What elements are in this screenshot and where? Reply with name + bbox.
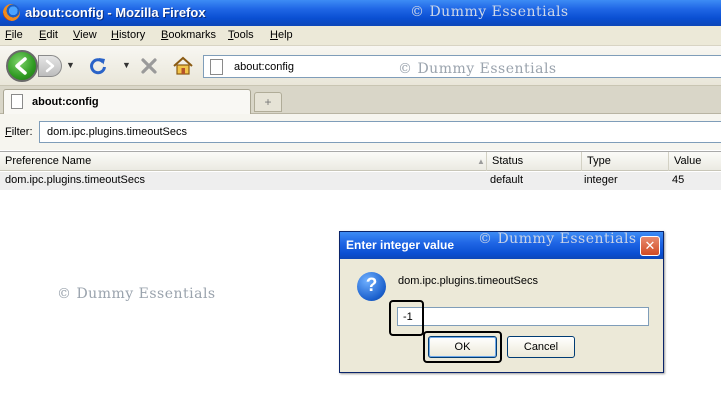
watermark-text: © Dummy Essentials — [57, 286, 216, 302]
url-text: about:config — [234, 61, 294, 73]
menu-file[interactable]: File — [5, 29, 23, 41]
filter-row: Filter: — [0, 114, 721, 150]
reload-icon[interactable] — [88, 56, 108, 76]
integer-value-dialog: Enter integer value ✕ ? dom.ipc.plugins.… — [339, 231, 664, 373]
column-status[interactable]: Status — [487, 152, 582, 171]
close-icon[interactable]: ✕ — [640, 236, 660, 256]
history-dropdown-icon[interactable]: ▼ — [66, 60, 75, 70]
menu-edit[interactable]: Edit — [39, 29, 58, 41]
cancel-button[interactable]: Cancel — [507, 336, 575, 358]
dialog-message: dom.ipc.plugins.timeoutSecs — [398, 275, 539, 287]
column-type[interactable]: Type — [582, 152, 669, 171]
filter-label: Filter: — [5, 126, 33, 138]
menu-bar: File Edit View History Bookmarks Tools H… — [0, 26, 721, 46]
pref-name-cell: dom.ipc.plugins.timeoutSecs — [5, 174, 146, 186]
firefox-logo-icon — [3, 4, 20, 21]
menu-bookmarks[interactable]: Bookmarks — [161, 29, 216, 41]
pref-value-cell: 45 — [672, 174, 685, 186]
watermark-text: © Dummy Essentials — [478, 231, 637, 247]
ok-button[interactable]: OK — [428, 336, 497, 358]
column-preference-name[interactable]: Preference Name — [0, 152, 487, 171]
dialog-title: Enter integer value — [346, 238, 455, 252]
window-title: about:config - Mozilla Firefox — [25, 5, 206, 20]
column-value[interactable]: Value — [669, 152, 721, 171]
pref-status-cell: default — [490, 174, 524, 186]
sort-ascending-icon: ▲ — [477, 157, 485, 166]
tab-strip: about:config + — [0, 86, 721, 114]
page-icon — [210, 59, 223, 75]
reload-dropdown-icon[interactable]: ▼ — [122, 60, 131, 70]
watermark-text: © Dummy Essentials — [410, 4, 569, 20]
page-icon — [11, 94, 23, 109]
table-row[interactable]: dom.ipc.plugins.timeoutSecs default inte… — [0, 172, 721, 190]
navigation-toolbar: ▼ ▼ about:config — [0, 46, 721, 86]
menu-view[interactable]: View — [73, 29, 97, 41]
forward-arrow-icon — [45, 59, 55, 73]
menu-history[interactable]: History — [111, 29, 145, 41]
menu-tools[interactable]: Tools — [228, 29, 254, 41]
new-tab-button[interactable]: + — [254, 92, 282, 112]
filter-input[interactable] — [39, 121, 721, 143]
tab-about-config[interactable]: about:config — [3, 89, 251, 114]
forward-button[interactable] — [38, 55, 62, 77]
home-icon[interactable] — [172, 55, 194, 77]
back-button[interactable] — [6, 50, 38, 82]
stop-icon[interactable] — [139, 56, 159, 76]
pref-type-cell: integer — [584, 174, 618, 186]
tab-label: about:config — [32, 96, 99, 108]
watermark-text: © Dummy Essentials — [398, 61, 557, 77]
integer-value-input[interactable] — [397, 307, 649, 326]
menu-help[interactable]: Help — [270, 29, 293, 41]
question-icon: ? — [357, 272, 386, 301]
window-titlebar: about:config - Mozilla Firefox — [0, 0, 721, 26]
tree-header: Preference Name ▲ Status Type Value — [0, 152, 721, 171]
back-arrow-icon — [15, 57, 27, 75]
